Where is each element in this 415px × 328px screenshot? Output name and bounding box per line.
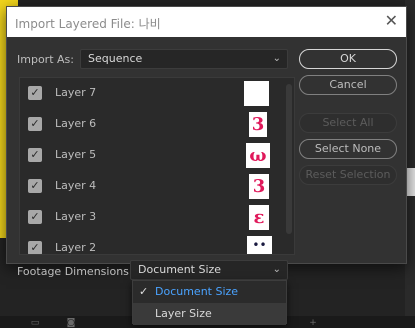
layer-row[interactable]: ✓ Layer 5 ω [20, 140, 284, 171]
layer-list[interactable]: ✓ Layer 7 ✓ Layer 6 3 ✓ Layer 5 ω ✓ Laye… [19, 77, 295, 255]
layer-checkbox[interactable]: ✓ [28, 179, 42, 193]
layer-row[interactable]: ✓ Layer 4 3 [20, 171, 284, 202]
cancel-button[interactable]: Cancel [299, 75, 397, 95]
layer-row[interactable]: ✓ Layer 2 •• [20, 233, 284, 254]
import-as-select[interactable]: Sequence ⌄ [80, 49, 288, 69]
layer-thumbnail [244, 81, 269, 106]
footage-dimensions-menu: ✓ Document Size Layer Size [132, 280, 287, 325]
menu-item-label: Document Size [155, 285, 239, 298]
reset-selection-button[interactable]: Reset Selection [299, 165, 397, 185]
select-none-button[interactable]: Select None [299, 139, 397, 159]
dialog-title: Import Layered File: 나비 [15, 17, 161, 31]
import-as-label: Import As: [17, 53, 74, 66]
layer-checkbox[interactable]: ✓ [28, 117, 42, 131]
layer-name: Layer 5 [55, 148, 97, 161]
menu-item-layer-size[interactable]: Layer Size [133, 303, 286, 325]
check-icon: ✓ [139, 285, 149, 298]
ok-button[interactable]: OK [299, 49, 397, 69]
layer-thumbnail: ω [246, 143, 270, 168]
chevron-down-icon: ⌄ [272, 53, 281, 64]
layer-thumbnail: •• [247, 236, 272, 254]
layer-name: Layer 7 [55, 86, 97, 99]
close-icon[interactable]: ✕ [385, 12, 398, 30]
menu-item-label: Layer Size [155, 307, 212, 320]
import-layered-file-dialog: Import Layered File: 나비 ✕ Import As: Seq… [6, 6, 407, 278]
layer-name: Layer 4 [55, 179, 97, 192]
layer-thumbnail: ε [249, 205, 269, 230]
layer-thumbnail: 3 [249, 112, 267, 137]
chevron-down-icon: ⌄ [272, 264, 281, 275]
camera-icon[interactable]: ◙ [66, 319, 76, 328]
layer-name: Layer 6 [55, 117, 97, 130]
footage-dimensions-value: Document Size [138, 263, 222, 276]
layer-checkbox[interactable]: ✓ [28, 86, 42, 100]
layer-row[interactable]: ✓ Layer 6 3 [20, 109, 284, 140]
background-right-swatch [407, 168, 415, 196]
folder-icon[interactable]: ▭ [30, 319, 40, 328]
layer-name: Layer 2 [55, 241, 97, 254]
menu-item-document-size[interactable]: ✓ Document Size [133, 281, 286, 303]
layer-checkbox[interactable]: ✓ [28, 148, 42, 162]
footage-dimensions-select[interactable]: Document Size ⌄ [130, 260, 288, 280]
layer-row[interactable]: ✓ Layer 3 ε [20, 202, 284, 233]
add-icon[interactable]: + [308, 319, 318, 328]
layer-checkbox[interactable]: ✓ [28, 241, 42, 254]
import-as-value: Sequence [88, 52, 143, 65]
layer-name: Layer 3 [55, 210, 97, 223]
dialog-titlebar: Import Layered File: 나비 ✕ [7, 7, 406, 37]
select-all-button[interactable]: Select All [299, 113, 397, 133]
layer-thumbnail: 3 [249, 174, 269, 199]
footage-dimensions-label: Footage Dimensions: [17, 265, 133, 278]
layer-row[interactable]: ✓ Layer 7 [20, 78, 284, 109]
layer-checkbox[interactable]: ✓ [28, 210, 42, 224]
layer-list-scrollbar[interactable] [286, 84, 292, 234]
